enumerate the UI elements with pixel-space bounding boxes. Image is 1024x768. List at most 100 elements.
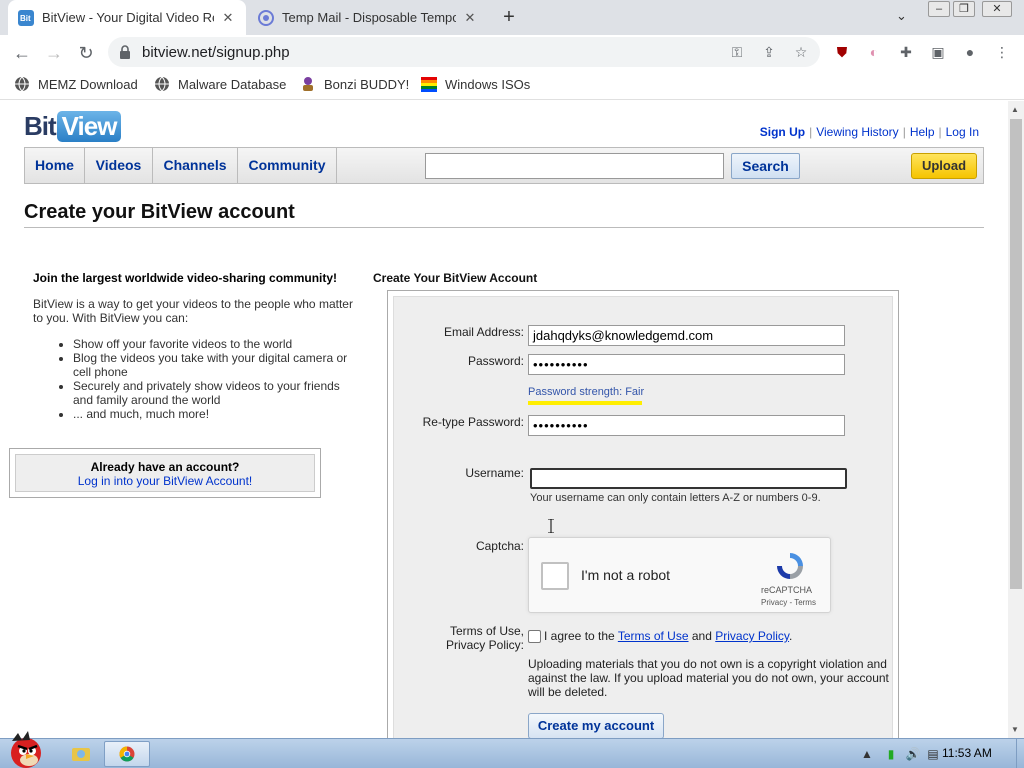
nav-videos[interactable]: Videos	[85, 148, 153, 183]
create-account-button[interactable]: Create my account	[528, 713, 664, 738]
nav-home[interactable]: Home	[25, 148, 85, 183]
site-nav-bar: Home Videos Channels Community Search Up…	[24, 147, 984, 184]
top-links: Sign Up | Viewing History | Help | Log In	[756, 125, 983, 139]
bookmark-label: Bonzi BUDDY!	[324, 76, 410, 92]
list-item: Show off your favorite videos to the wor…	[73, 337, 353, 351]
address-bar[interactable]: bitview.net/signup.php ⚿ ⇪ ☆	[108, 37, 820, 67]
tab-title: Temp Mail - Disposable Tempo	[282, 10, 456, 25]
start-button-angry-bird-icon[interactable]	[2, 731, 48, 768]
upload-button[interactable]: Upload	[911, 153, 977, 179]
password-field[interactable]: ••••••••••	[528, 354, 845, 375]
recaptcha-brand: reCAPTCHA	[761, 585, 813, 595]
nav-channels[interactable]: Channels	[153, 148, 238, 183]
recaptcha-checkbox[interactable]	[541, 562, 569, 590]
tos-agreement: I agree to the Terms of Use and Privacy …	[544, 629, 793, 643]
bookmark-label: Windows ISOs	[445, 76, 531, 92]
tempmail-favicon	[258, 9, 274, 26]
captcha-label: Captcha:	[475, 539, 524, 553]
site-search-input[interactable]	[425, 153, 724, 179]
help-link[interactable]: Help	[906, 125, 939, 139]
side-panel-icon[interactable]: ▣	[928, 42, 948, 62]
bookmark-label: MEMZ Download	[38, 76, 138, 92]
username-hint: Your username can only contain letters A…	[530, 492, 821, 504]
title-divider	[24, 227, 984, 228]
close-tab-icon[interactable]: ✕	[462, 10, 478, 26]
copyright-notice: Uploading materials that you do not own …	[528, 657, 889, 699]
tos-label: Terms of Use, Privacy Policy:	[445, 624, 524, 652]
bitview-logo[interactable]: Bit View	[24, 109, 122, 143]
taskbar-clock[interactable]: 11:53 AM	[942, 746, 992, 760]
extensions-puzzle-icon[interactable]: ✚	[896, 42, 916, 62]
recaptcha-links[interactable]: Privacy - Terms	[761, 598, 816, 607]
web-page: Bit View Sign Up | Viewing History | Help | Lo…	[0, 101, 1008, 738]
network-icon[interactable]: ▤	[924, 745, 942, 763]
recaptcha-widget: I'm not a robot reCAPTCHA Privacy - Term…	[528, 537, 831, 613]
lock-icon	[120, 45, 130, 59]
bonzi-icon	[303, 77, 313, 91]
tab-bitview[interactable]: Bit BitView - Your Digital Video Re ✕	[8, 0, 246, 35]
scroll-up-icon[interactable]: ▲	[1011, 105, 1019, 114]
show-desktop-button[interactable]	[1016, 739, 1024, 768]
battery-icon[interactable]: ▮	[882, 745, 900, 763]
tab-search-chevron-icon[interactable]: ⌄	[896, 8, 907, 24]
retype-password-field[interactable]: ••••••••••	[528, 415, 845, 436]
text-cursor-icon	[548, 519, 554, 533]
bookmark-memz[interactable]: MEMZ Download	[14, 76, 138, 92]
list-item: ... and much, much more!	[73, 407, 353, 421]
email-field[interactable]: jdahqdyks@knowledgemd.com	[528, 325, 845, 346]
tos-checkbox[interactable]	[528, 630, 541, 643]
search-button[interactable]: Search	[731, 153, 800, 179]
back-arrow-icon[interactable]: ←	[10, 41, 34, 65]
viewing-history-link[interactable]: Viewing History	[812, 125, 902, 139]
volume-icon[interactable]: 🔊	[904, 745, 922, 763]
menu-kebab-icon[interactable]: ⋮	[992, 42, 1012, 62]
page-title: Create your BitView account	[24, 201, 295, 223]
scroll-thumb[interactable]	[1010, 119, 1022, 589]
password-label: Password:	[467, 354, 524, 368]
ublock-icon[interactable]: ⛊	[832, 42, 852, 62]
extension-flag-icon[interactable]: ◐	[864, 42, 884, 62]
terms-of-use-link[interactable]: Terms of Use	[618, 629, 689, 643]
login-prompt-box: Already have an account? Log in into you…	[9, 448, 321, 498]
bookmark-windows-isos[interactable]: Windows ISOs	[421, 76, 530, 92]
page-scrollbar[interactable]: ▲ ▼	[1008, 101, 1024, 738]
file-explorer-icon[interactable]	[70, 742, 92, 764]
reload-icon[interactable]: ↻	[74, 41, 98, 65]
forward-arrow-icon[interactable]: →	[42, 41, 66, 65]
bookmark-malware-database[interactable]: Malware Database	[154, 76, 286, 92]
globe-icon	[155, 76, 169, 92]
username-field[interactable]	[530, 468, 847, 489]
scroll-down-icon[interactable]: ▼	[1011, 725, 1019, 734]
close-tab-icon[interactable]: ✕	[220, 10, 236, 26]
bookmark-star-icon[interactable]: ☆	[792, 43, 810, 61]
minimize-icon[interactable]: –	[928, 1, 950, 17]
info-heading: Join the largest worldwide video-sharing…	[33, 271, 338, 285]
tray-expand-icon[interactable]: ▲	[858, 745, 876, 763]
list-item: Securely and privately show videos to yo…	[73, 379, 353, 407]
feature-list: Show off your favorite videos to the wor…	[73, 337, 353, 421]
url-text: bitview.net/signup.php	[142, 44, 290, 61]
restore-icon[interactable]: ❐	[953, 1, 975, 17]
privacy-policy-link[interactable]: Privacy Policy	[715, 629, 789, 643]
retype-password-label: Re-type Password:	[422, 415, 524, 429]
email-label: Email Address:	[443, 325, 524, 339]
bookmark-label: Malware Database	[178, 76, 287, 92]
profile-avatar-icon[interactable]: ●	[960, 42, 980, 62]
info-intro: BitView is a way to get your videos to t…	[33, 297, 353, 325]
nav-community[interactable]: Community	[238, 148, 337, 183]
windows-flag-icon	[421, 77, 437, 92]
share-icon[interactable]: ⇪	[760, 43, 778, 61]
login-question: Already have an account?	[90, 460, 240, 474]
tab-tempmail[interactable]: Temp Mail - Disposable Tempo ✕	[248, 0, 488, 35]
login-link[interactable]: Log in into your BitView Account!	[16, 474, 314, 488]
recaptcha-text: I'm not a robot	[581, 567, 671, 583]
taskbar-chrome[interactable]	[104, 741, 150, 767]
bookmark-bonzi-buddy[interactable]: Bonzi BUDDY!	[300, 76, 409, 92]
bookmarks-bar: MEMZ Download Malware Database Bonzi BUD…	[0, 69, 1024, 100]
recaptcha-logo-icon	[777, 553, 803, 579]
key-icon[interactable]: ⚿	[728, 43, 746, 61]
log-in-link[interactable]: Log In	[942, 125, 983, 139]
new-tab-button[interactable]: +	[498, 6, 520, 28]
sign-up-link[interactable]: Sign Up	[756, 125, 809, 139]
window-close-icon[interactable]: ✕	[982, 1, 1012, 17]
